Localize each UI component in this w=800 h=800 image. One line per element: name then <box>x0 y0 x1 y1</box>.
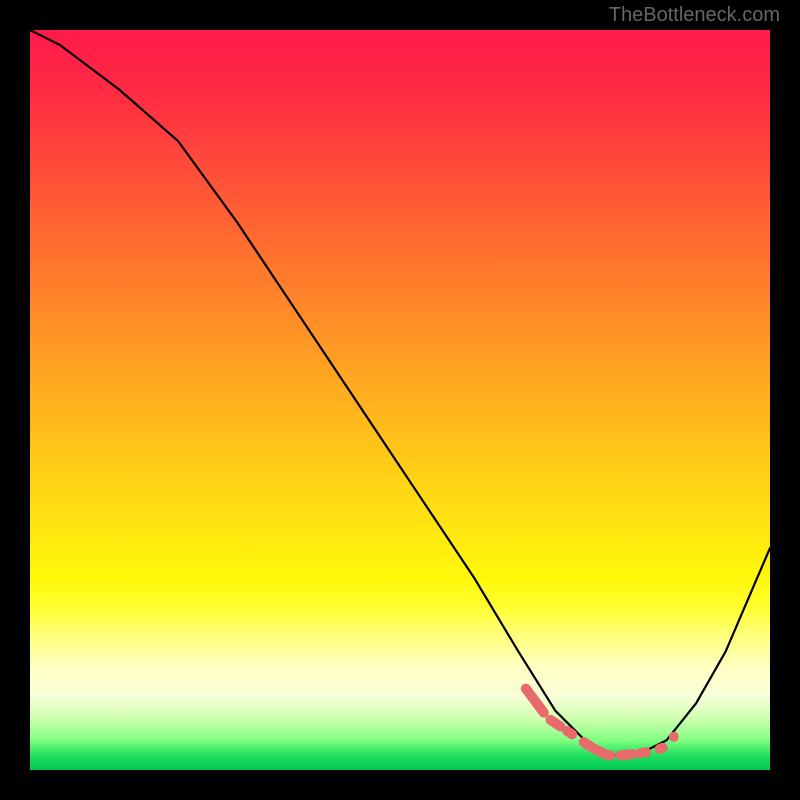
watermark-text: TheBottleneck.com <box>609 4 780 27</box>
highlight-segment-path <box>526 689 663 756</box>
chart-svg <box>30 30 770 770</box>
highlight-dot <box>669 732 679 742</box>
chart-plot-area <box>30 30 770 770</box>
bottleneck-curve-path <box>30 30 770 755</box>
